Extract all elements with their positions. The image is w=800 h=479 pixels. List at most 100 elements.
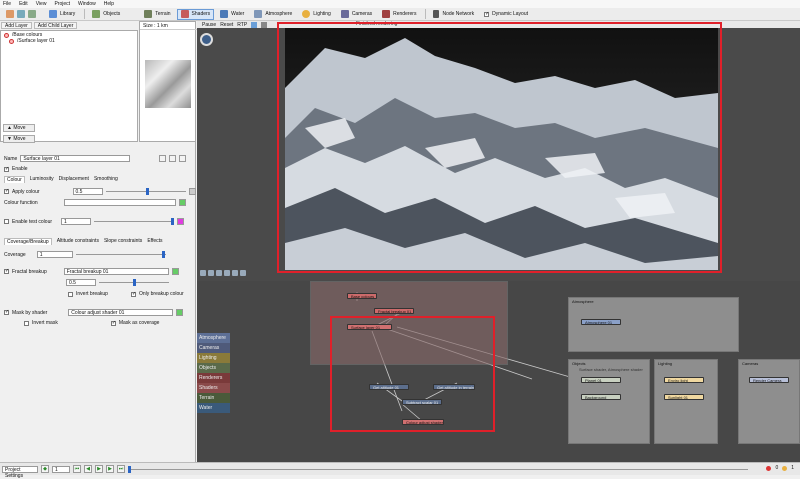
menu-window[interactable]: Window: [78, 1, 96, 7]
camera-view-icon[interactable]: [251, 21, 258, 28]
category-terrain[interactable]: Terrain: [197, 393, 230, 403]
new-project-icon[interactable]: [6, 10, 14, 18]
category-water[interactable]: Water: [197, 403, 230, 413]
move-up-button[interactable]: ▲ Move: [3, 124, 35, 132]
node-render-camera[interactable]: Render Camera: [749, 377, 789, 383]
toolbar-water[interactable]: Water: [216, 9, 248, 20]
category-cameras[interactable]: Cameras: [197, 343, 230, 353]
tab-altitude-constraints[interactable]: Altitude constraints: [57, 238, 99, 245]
tab-slope-constraints[interactable]: Slope constraints: [104, 238, 142, 245]
fractal-breakup-checkbox[interactable]: [4, 268, 9, 274]
mask-by-shader-checkbox[interactable]: [4, 309, 9, 315]
fractal-breakup-field[interactable]: Fractal breakup 01: [63, 268, 169, 275]
save-project-icon[interactable]: [28, 10, 36, 18]
node-planet[interactable]: Planet 01: [581, 377, 621, 383]
toolbar-lighting[interactable]: Lighting: [298, 9, 335, 20]
menu-edit[interactable]: Edit: [19, 1, 28, 7]
gear-icon[interactable]: [159, 155, 167, 162]
invert-breakup-checkbox[interactable]: [68, 291, 73, 297]
menu-file[interactable]: File: [3, 1, 11, 7]
tab-colour[interactable]: Colour: [4, 176, 25, 183]
tab-coverage-breakup[interactable]: Coverage/Breakup: [4, 238, 52, 245]
toolbar-renderers[interactable]: Renderers: [378, 9, 420, 20]
lighting-group[interactable]: Lighting: [654, 359, 718, 444]
category-renderers[interactable]: Renderers: [197, 373, 230, 383]
step-back-icon[interactable]: ◀: [84, 465, 92, 473]
keyframe-icon[interactable]: ◆: [41, 465, 49, 473]
rtp-button[interactable]: RTP: [237, 22, 247, 28]
menu-help[interactable]: Help: [104, 1, 114, 7]
move-down-button[interactable]: ▼ Move: [3, 135, 35, 143]
help-icon[interactable]: [179, 155, 187, 162]
zoom-icon[interactable]: [208, 270, 214, 276]
breakup-amount-slider[interactable]: [99, 279, 169, 286]
apply-colour-checkbox[interactable]: [4, 188, 9, 194]
timeline-slider[interactable]: [128, 465, 748, 473]
play-icon[interactable]: ▶: [95, 465, 103, 473]
menu-view[interactable]: View: [36, 1, 47, 7]
only-breakup-colour-checkbox[interactable]: [130, 291, 136, 297]
toolbar-shaders[interactable]: Shaders: [176, 8, 215, 20]
category-objects[interactable]: Objects: [197, 363, 230, 373]
node-network-view[interactable]: Base colours Fractal breakup 01 Surface …: [197, 281, 800, 462]
toolbar-dynamic-layout[interactable]: Dynamic Layout: [480, 9, 532, 20]
node-sunlight[interactable]: Sunlight 01: [664, 394, 704, 400]
name-field[interactable]: Surface layer 01: [20, 155, 131, 162]
mask-shader-field[interactable]: Colour adjust shader 01: [68, 309, 174, 316]
test-colour-swatch[interactable]: [177, 218, 185, 225]
toolbar-atmosphere[interactable]: Atmosphere: [250, 9, 296, 20]
render-icon[interactable]: [232, 270, 238, 276]
pause-button[interactable]: Pause: [202, 22, 216, 28]
node-base-colours[interactable]: Base colours: [347, 293, 377, 299]
skip-end-icon[interactable]: ⏭: [117, 465, 125, 473]
frame-field[interactable]: 1: [52, 465, 70, 473]
colour-function-field[interactable]: [63, 199, 176, 206]
open-project-icon[interactable]: [17, 10, 25, 18]
node-atmosphere[interactable]: Atmosphere 01: [581, 319, 621, 325]
toolbar-terrain[interactable]: Terrain: [140, 9, 174, 20]
step-forward-icon[interactable]: ▶: [106, 465, 114, 473]
tab-luminosity[interactable]: Luminosity: [30, 176, 54, 183]
pan-icon[interactable]: [216, 270, 222, 276]
tab-effects[interactable]: Effects: [147, 238, 162, 245]
add-child-layer-button[interactable]: Add Child Layer: [33, 22, 78, 29]
toolbar-library[interactable]: Library: [45, 9, 79, 20]
preview-size[interactable]: Size : 1 km: [140, 22, 197, 30]
category-atmosphere[interactable]: Atmosphere: [197, 333, 230, 343]
grid-icon[interactable]: [261, 21, 268, 28]
edit-mask-icon[interactable]: [176, 309, 184, 316]
toolbar-objects[interactable]: Objects: [88, 9, 124, 20]
colour-swatch[interactable]: [188, 188, 196, 195]
project-settings-button[interactable]: Project Settings: [2, 465, 38, 479]
layer-item-surface-layer[interactable]: /Surface layer 01: [1, 38, 137, 44]
tab-displacement[interactable]: Displacement: [59, 176, 89, 183]
view-mode-icon[interactable]: [240, 270, 246, 276]
enable-test-colour-checkbox[interactable]: [4, 219, 9, 224]
breakup-amount-value[interactable]: 0.5: [66, 279, 96, 286]
compass-icon[interactable]: [200, 33, 213, 46]
apply-colour-value[interactable]: 0.5: [72, 188, 103, 195]
invert-mask-checkbox[interactable]: [24, 320, 29, 326]
node-fractal-breakup[interactable]: Fractal breakup 01: [374, 308, 414, 314]
coverage-slider[interactable]: [75, 251, 166, 258]
enable-checkbox[interactable]: [4, 166, 9, 172]
coverage-value[interactable]: 1: [36, 251, 73, 258]
cameras-group[interactable]: Cameras: [738, 359, 800, 444]
menu-project[interactable]: Project: [54, 1, 70, 7]
category-lighting[interactable]: Lighting: [197, 353, 230, 363]
nav-icon[interactable]: [200, 270, 206, 276]
category-shaders[interactable]: Shaders: [197, 383, 230, 393]
toolbar-cameras[interactable]: Cameras: [337, 9, 376, 20]
node-enviro-light[interactable]: Enviro light: [664, 377, 704, 383]
reset-button[interactable]: Reset: [220, 22, 233, 28]
pin-icon[interactable]: [169, 155, 177, 162]
add-function-icon[interactable]: [178, 199, 186, 206]
add-layer-button[interactable]: Add Layer: [1, 22, 32, 29]
tab-smoothing[interactable]: Smoothing: [94, 176, 118, 183]
toolbar-node-network[interactable]: Node Network: [429, 9, 478, 20]
skip-start-icon[interactable]: ⏮: [73, 465, 81, 473]
mask-as-coverage-checkbox[interactable]: [110, 320, 116, 326]
test-colour-value[interactable]: 1: [61, 218, 92, 225]
edit-breakup-icon[interactable]: [171, 268, 179, 275]
test-colour-slider[interactable]: [94, 218, 175, 225]
